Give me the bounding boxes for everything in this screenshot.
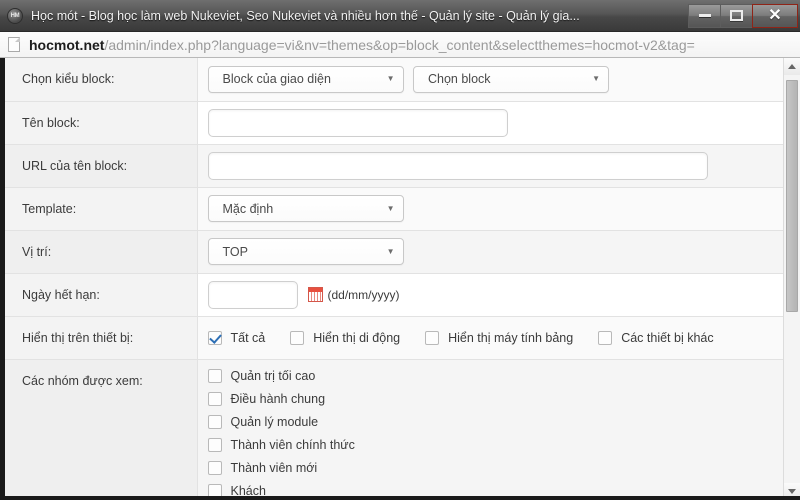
url-path: /admin/index.php?language=vi&nv=themes&o…	[104, 36, 695, 53]
checkbox-icon-other[interactable]	[598, 330, 613, 345]
block-type-select-value: Block của giao diện	[222, 72, 331, 87]
template-select-value: Mặc định	[222, 201, 274, 216]
date-format-hint: (dd/mm/yyyy)	[327, 287, 400, 302]
value-template: Mặc định ▼	[197, 187, 783, 231]
url-host: hocmot.net	[29, 36, 105, 53]
label-block-name: Tên block:	[5, 101, 198, 145]
row-devices: Hiển thị trên thiết bị: Tất cả Hiển thị …	[5, 316, 784, 360]
device-label-mobile: Hiển thị di động	[313, 330, 401, 345]
row-position: Vị trí: TOP ▼	[5, 230, 783, 274]
checkbox-icon-tablet[interactable]	[425, 330, 440, 345]
checkbox-icon-mobile[interactable]	[290, 330, 305, 345]
device-checkbox-other[interactable]: Các thiết bị khác	[598, 330, 714, 345]
label-block-url: URL của tên block:	[5, 144, 198, 188]
address-bar-url: hocmot.net/admin/index.php?language=vi&n…	[29, 37, 695, 53]
window-controls: ✕	[688, 3, 798, 28]
block-choose-select-value: Chọn block	[427, 72, 491, 87]
title-bar-left: HM Học mót - Blog học làm web Nukeviet, …	[0, 7, 688, 24]
row-template: Template: Mặc định ▼	[5, 187, 783, 231]
expire-date-input[interactable]	[207, 280, 298, 309]
chevron-down-icon-3: ▼	[386, 203, 395, 213]
group-label-new-member: Thành viên mới	[230, 460, 318, 475]
value-block-type: Block của giao diện ▼ Chọn block ▼	[197, 58, 783, 102]
block-type-select[interactable]: Block của giao diện ▼	[207, 65, 404, 93]
group-label-admin: Quản trị tối cao	[230, 368, 316, 383]
group-checkbox-admin[interactable]: Quản trị tối cao	[207, 368, 784, 383]
device-label-tablet: Hiển thị máy tính bảng	[448, 330, 574, 345]
label-template: Template:	[5, 187, 198, 231]
minimize-icon	[698, 14, 711, 17]
favicon: HM	[7, 7, 23, 24]
triangle-up-icon	[788, 64, 796, 69]
settings-table: Chọn kiểu block: Block của giao diện ▼ C…	[5, 58, 783, 500]
checkbox-icon-checked[interactable]	[207, 330, 222, 345]
maximize-button[interactable]	[720, 3, 752, 28]
group-label-manager: Điều hành chung	[230, 391, 326, 406]
checkbox-icon-group-new-member[interactable]	[207, 460, 222, 475]
template-select[interactable]: Mặc định ▼	[207, 195, 404, 222]
chevron-down-icon: ▼	[386, 74, 395, 84]
group-checkbox-new-member[interactable]: Thành viên mới	[207, 460, 784, 475]
window-title: Học mót - Blog học làm web Nukeviet, Seo…	[31, 8, 580, 23]
row-groups: Các nhóm được xem: Quản trị tối cao Điều…	[5, 359, 783, 500]
checkbox-icon-group-manager[interactable]	[207, 391, 222, 406]
vertical-scrollbar[interactable]	[783, 58, 800, 500]
maximize-icon	[730, 10, 743, 21]
label-groups: Các nhóm được xem:	[5, 359, 198, 500]
block-url-input[interactable]	[207, 151, 708, 180]
close-icon: ✕	[768, 6, 782, 24]
device-checkbox-tablet[interactable]: Hiển thị máy tính bảng	[425, 330, 574, 345]
label-expire-date: Ngày hết hạn:	[5, 273, 198, 317]
page-content: Chọn kiểu block: Block của giao diện ▼ C…	[0, 58, 800, 500]
checkbox-icon-group-official-member[interactable]	[207, 437, 222, 452]
calendar-icon[interactable]	[307, 287, 323, 302]
position-select-value: TOP	[222, 244, 248, 259]
value-block-url	[197, 144, 783, 188]
position-select[interactable]: TOP ▼	[207, 238, 404, 265]
page-icon	[8, 37, 20, 52]
value-expire-date: (dd/mm/yyyy)	[197, 273, 783, 317]
device-label-other: Các thiết bị khác	[621, 330, 714, 345]
browser-window: HM Học mót - Blog học làm web Nukeviet, …	[0, 0, 800, 500]
scrollbar-thumb[interactable]	[786, 80, 798, 312]
block-name-input[interactable]	[207, 108, 508, 137]
value-devices: Tất cả Hiển thị di động Hiển thị máy tín…	[197, 316, 784, 360]
window-bottom-edge	[0, 496, 800, 500]
device-label-all: Tất cả	[230, 330, 266, 345]
label-position: Vị trí:	[5, 230, 198, 274]
row-block-name: Tên block:	[5, 101, 783, 145]
group-checkbox-group: Quản trị tối cao Điều hành chung Quản lý…	[207, 368, 784, 498]
checkbox-icon-group-admin[interactable]	[207, 368, 222, 383]
scroll-up-arrow[interactable]	[784, 58, 800, 75]
block-settings-form: Chọn kiểu block: Block của giao diện ▼ C…	[5, 58, 783, 500]
group-label-official-member: Thành viên chính thức	[230, 437, 355, 452]
title-bar: HM Học mót - Blog học làm web Nukeviet, …	[0, 0, 800, 32]
chevron-down-icon-4: ▼	[386, 246, 395, 256]
value-block-name	[197, 101, 783, 145]
close-button[interactable]: ✕	[752, 3, 798, 28]
minimize-button[interactable]	[688, 3, 720, 28]
row-expire-date: Ngày hết hạn: (dd/mm/yyyy)	[5, 273, 783, 317]
address-bar[interactable]: hocmot.net/admin/index.php?language=vi&n…	[0, 32, 800, 58]
device-checkbox-all[interactable]: Tất cả	[207, 330, 266, 345]
chevron-down-icon-2: ▼	[592, 74, 600, 84]
value-position: TOP ▼	[197, 230, 783, 274]
group-label-module: Quản lý module	[230, 414, 319, 429]
label-block-type: Chọn kiểu block:	[5, 58, 198, 102]
value-groups: Quản trị tối cao Điều hành chung Quản lý…	[197, 359, 783, 500]
device-checkbox-mobile[interactable]: Hiển thị di động	[290, 330, 401, 345]
row-block-url: URL của tên block:	[5, 144, 783, 188]
row-block-type: Chọn kiểu block: Block của giao diện ▼ C…	[5, 58, 783, 102]
group-checkbox-module[interactable]: Quản lý module	[207, 414, 784, 429]
device-checkbox-group: Tất cả Hiển thị di động Hiển thị máy tín…	[207, 330, 784, 345]
block-choose-select[interactable]: Chọn block ▼	[412, 65, 609, 93]
checkbox-icon-group-module[interactable]	[207, 414, 222, 429]
triangle-down-icon	[788, 489, 796, 494]
label-devices: Hiển thị trên thiết bị:	[5, 316, 198, 360]
group-checkbox-manager[interactable]: Điều hành chung	[207, 391, 784, 406]
group-checkbox-official-member[interactable]: Thành viên chính thức	[207, 437, 784, 452]
